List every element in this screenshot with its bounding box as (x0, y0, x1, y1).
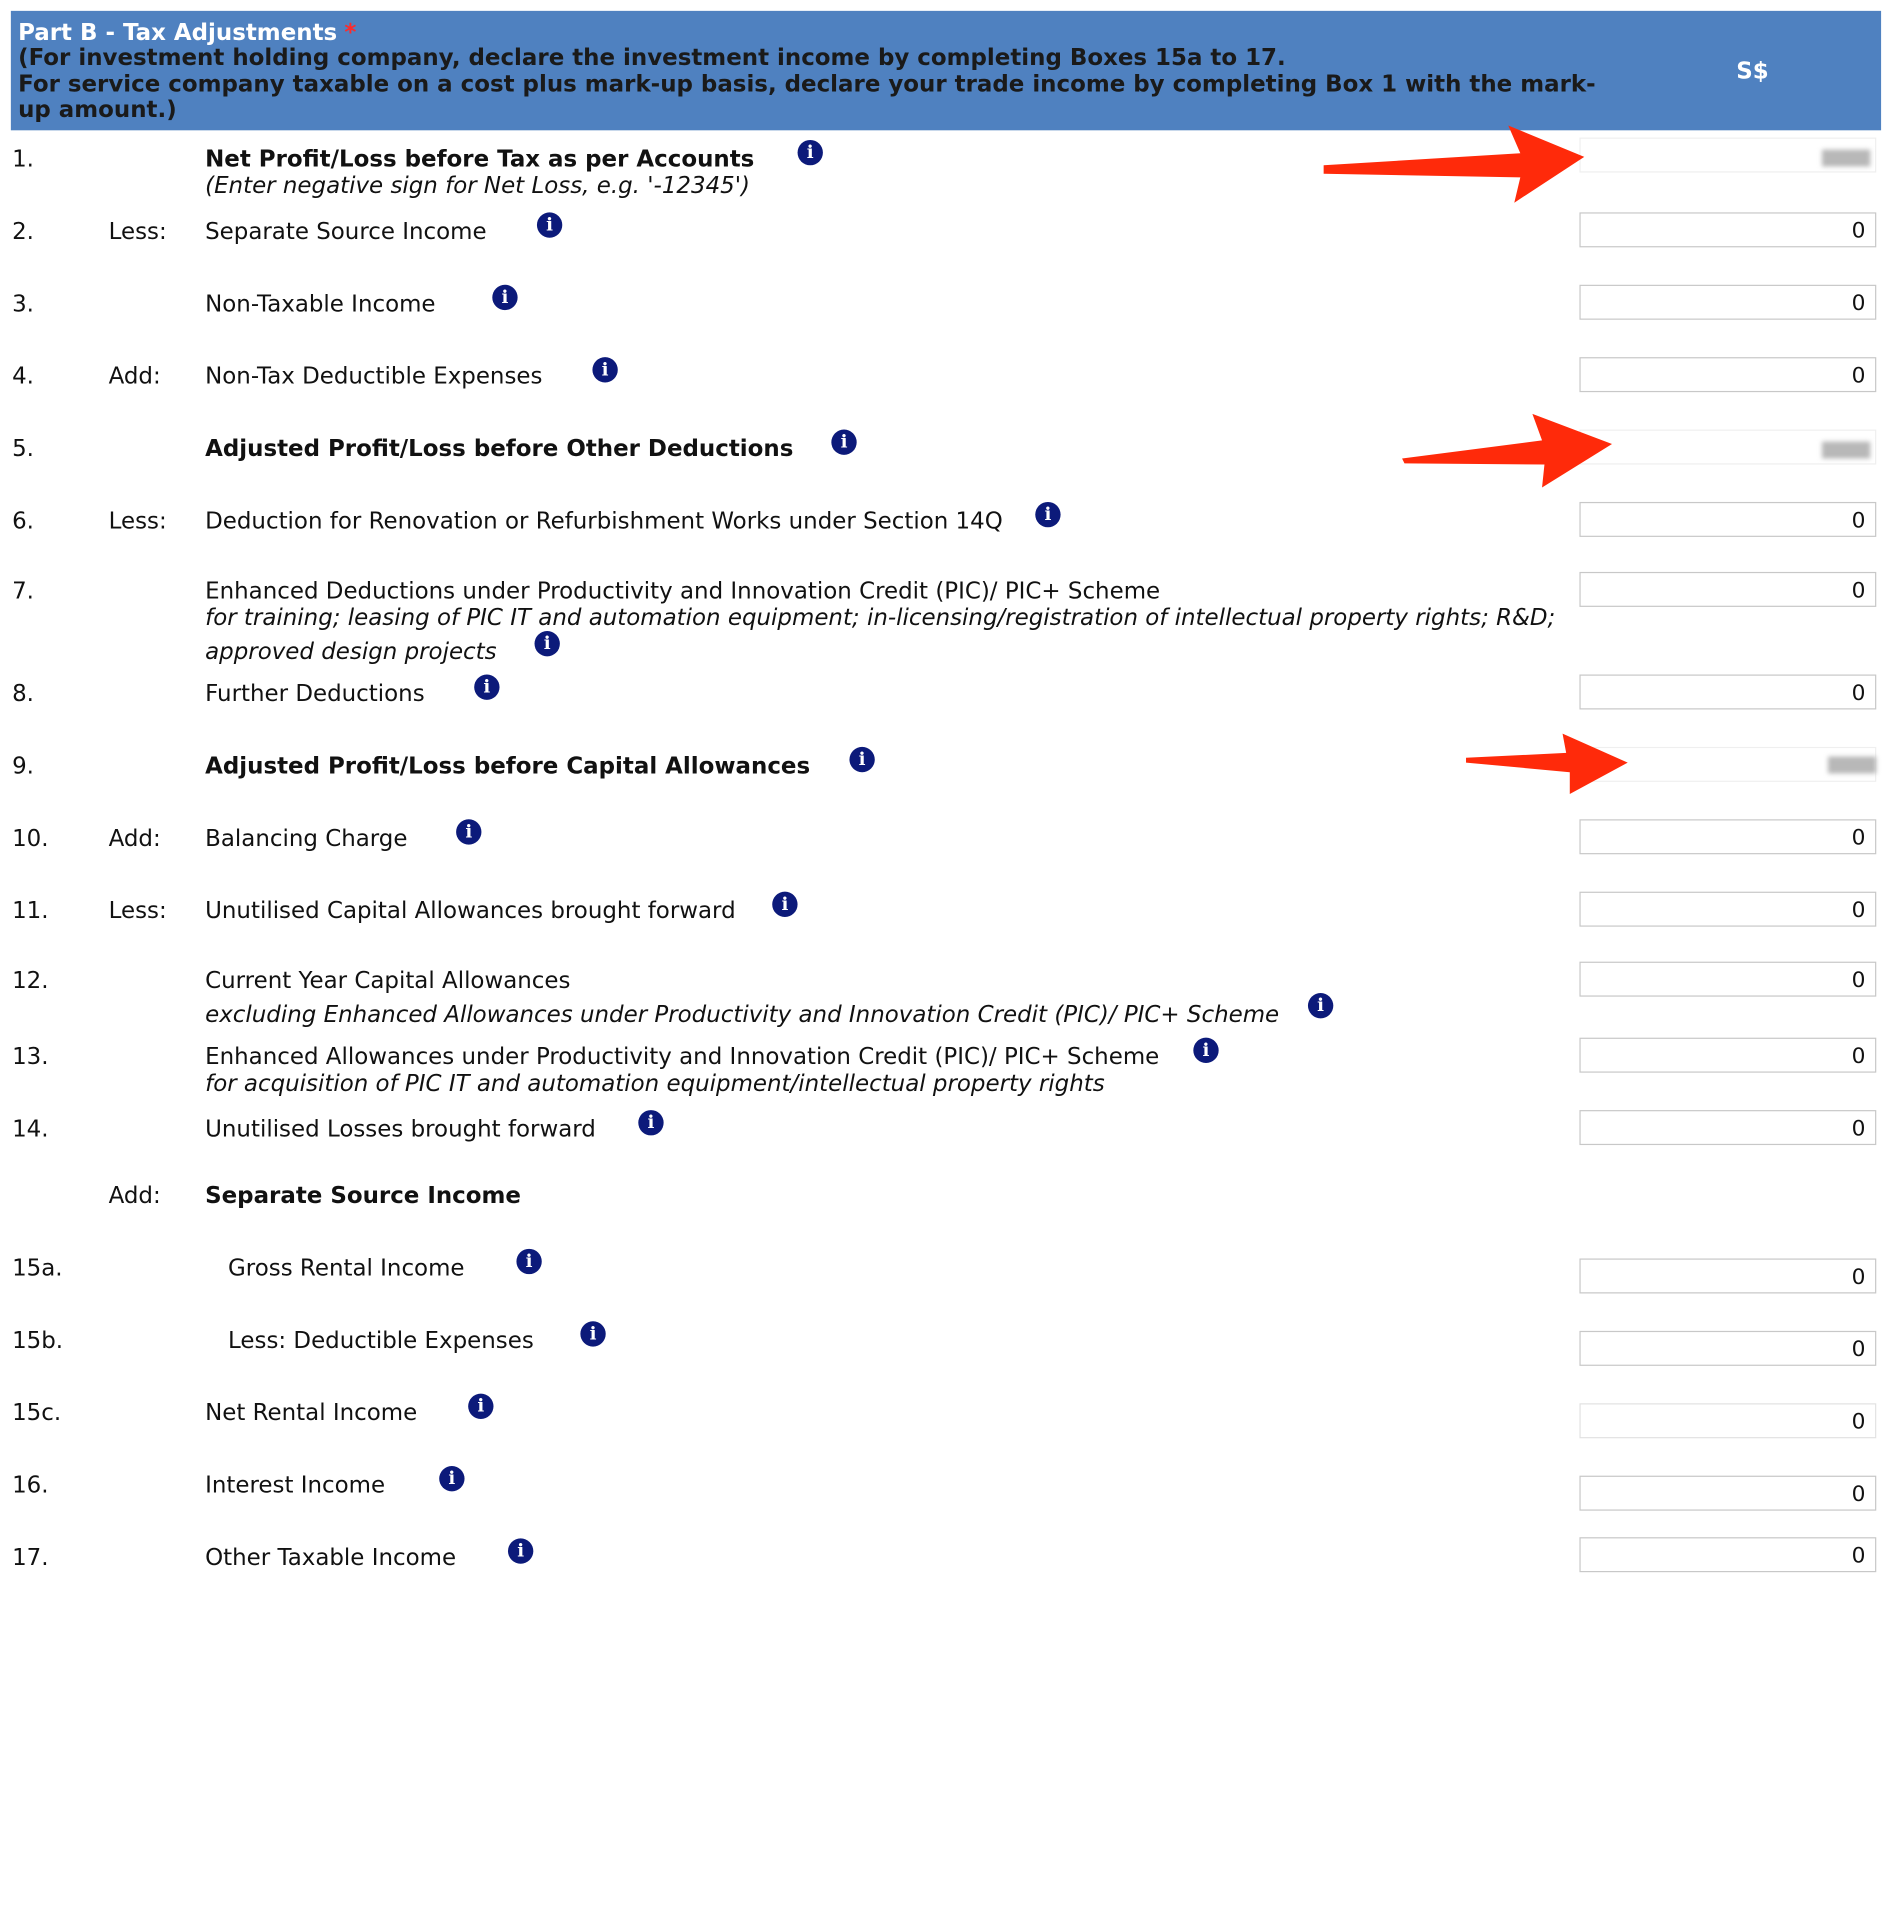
info-icon[interactable]: i (638, 1110, 664, 1136)
row-number: 15a. (12, 1254, 63, 1282)
balancing-charge-field[interactable]: 0 (1579, 819, 1877, 855)
row-operator: Add: (108, 363, 161, 390)
net-rental-income-field: 0 (1579, 1403, 1877, 1439)
row-label: Gross Rental Income (228, 1254, 465, 1282)
non-tax-deductible-expenses-field[interactable]: 0 (1579, 357, 1877, 393)
redacted-value (1821, 149, 1871, 167)
renovation-deduction-field[interactable]: 0 (1579, 501, 1877, 537)
row-label: Net Profit/Loss before Tax as per Accoun… (205, 145, 755, 173)
row-number: 14. (12, 1116, 49, 1143)
info-icon[interactable]: i (849, 746, 875, 773)
row-operator: Add: (108, 825, 161, 852)
row-operator: Less: (108, 897, 167, 925)
row-operator: Less: (108, 507, 167, 535)
info-icon[interactable]: i (831, 429, 857, 455)
row-label: Enhanced Allowances under Productivity a… (205, 1043, 1160, 1071)
row-operator: Add: (108, 1182, 161, 1210)
row-number: 5. (12, 435, 34, 463)
row-number: 4. (12, 363, 34, 390)
row-number: 1. (12, 145, 34, 173)
deductible-expenses-field[interactable]: 0 (1579, 1330, 1877, 1366)
row-number: 12. (12, 967, 49, 995)
red-arrow (1402, 413, 1613, 488)
row-number: 11. (12, 897, 49, 925)
info-icon[interactable]: i (516, 1248, 542, 1275)
row-number: 9. (12, 752, 34, 780)
section-title: Part B - Tax Adjustments (18, 19, 338, 46)
row-label: Unutilised Losses brought forward (205, 1116, 596, 1143)
unutilised-losses-field[interactable]: 0 (1579, 1110, 1877, 1146)
required-asterisk: * (344, 19, 357, 46)
info-icon[interactable]: i (592, 357, 618, 383)
info-icon[interactable]: i (492, 284, 518, 311)
section-header: Part B - Tax Adjustments * (For investmen… (10, 10, 1882, 131)
info-icon[interactable]: i (797, 139, 823, 166)
row-label: Balancing Charge (205, 825, 408, 852)
row-number: 7. (12, 577, 34, 605)
info-icon[interactable]: i (1193, 1037, 1219, 1064)
further-deductions-field[interactable]: 0 (1579, 674, 1877, 710)
row-number: 6. (12, 507, 34, 535)
tax-adjustments-form: Part B - Tax Adjustments * (For investmen… (0, 0, 1886, 1911)
info-icon[interactable]: i (536, 212, 563, 238)
row-label: Non-Taxable Income (205, 290, 436, 318)
currency-label: S$ (1736, 57, 1769, 85)
current-year-capital-allowances-field[interactable]: 0 (1579, 961, 1877, 997)
red-arrow (1323, 125, 1585, 203)
row-sublabel: for training; leasing of PIC IT and auto… (205, 604, 1556, 632)
row-number: 16. (12, 1472, 49, 1499)
enhanced-deductions-pic-field[interactable]: 0 (1579, 571, 1877, 607)
row-operator: Less: (108, 218, 167, 245)
row-label: Separate Source Income (205, 218, 487, 245)
row-label: Adjusted Profit/Loss before Capital Allo… (205, 752, 811, 780)
row-label: Separate Source Income (205, 1182, 521, 1210)
info-icon[interactable]: i (507, 1538, 534, 1564)
info-icon[interactable]: i (468, 1393, 494, 1419)
row-number: 17. (12, 1544, 49, 1571)
row-label: Less: Deductible Expenses (228, 1327, 534, 1354)
interest-income-field[interactable]: 0 (1579, 1475, 1877, 1511)
row-number: 15b. (12, 1327, 64, 1354)
row-label: Unutilised Capital Allowances brought fo… (205, 897, 736, 925)
non-taxable-income-field[interactable]: 0 (1579, 284, 1877, 320)
info-icon[interactable]: i (474, 674, 500, 700)
row-label: Net Rental Income (205, 1399, 418, 1427)
gross-rental-income-field[interactable]: 0 (1579, 1258, 1877, 1294)
row-label: Other Taxable Income (205, 1544, 457, 1571)
redacted-value (1821, 441, 1871, 459)
separate-source-income-field[interactable]: 0 (1579, 212, 1877, 248)
info-icon[interactable]: i (580, 1321, 606, 1347)
info-icon[interactable]: i (439, 1466, 465, 1492)
info-icon[interactable]: i (1307, 993, 1334, 1019)
info-icon[interactable]: i (1035, 501, 1061, 528)
enhanced-allowances-pic-field[interactable]: 0 (1579, 1037, 1877, 1073)
section-note: (For investment holding company, declare… (18, 44, 1596, 124)
row-number: 3. (12, 290, 34, 318)
row-number: 10. (12, 825, 49, 852)
row-sublabel: approved design projects (205, 638, 497, 665)
row-label: Adjusted Profit/Loss before Other Deduct… (205, 435, 794, 463)
row-label: Non-Tax Deductible Expenses (205, 363, 543, 390)
row-label: Deduction for Renovation or Refurbishmen… (205, 507, 1003, 535)
row-number: 13. (12, 1043, 49, 1071)
row-label: Enhanced Deductions under Productivity a… (205, 577, 1161, 605)
row-number: 2. (12, 218, 34, 245)
info-icon[interactable]: i (772, 891, 798, 918)
info-icon[interactable]: i (456, 819, 482, 845)
red-arrow (1466, 733, 1628, 794)
redacted-value (1827, 756, 1877, 774)
row-label: Further Deductions (205, 680, 425, 708)
row-sublabel: excluding Enhanced Allowances under Prod… (205, 1001, 1280, 1029)
row-label: Interest Income (205, 1472, 386, 1499)
row-number: 15c. (12, 1399, 62, 1427)
row-number: 8. (12, 680, 34, 708)
row-sublabel: (Enter negative sign for Net Loss, e.g. … (205, 172, 750, 200)
row-sublabel: for acquisition of PIC IT and automation… (205, 1070, 1105, 1097)
unutilised-capital-allowances-field[interactable]: 0 (1579, 891, 1877, 927)
other-taxable-income-field[interactable]: 0 (1579, 1537, 1877, 1573)
row-label: Current Year Capital Allowances (205, 967, 571, 995)
info-icon[interactable]: i (534, 631, 560, 657)
